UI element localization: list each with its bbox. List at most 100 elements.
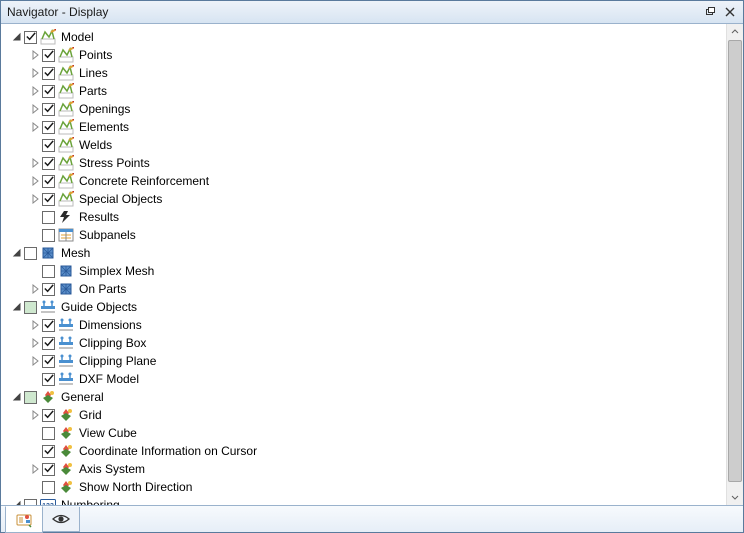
expand-icon[interactable] — [29, 103, 41, 115]
mesh-icon — [58, 281, 74, 297]
twisty-spacer — [29, 481, 41, 493]
expand-icon[interactable] — [29, 49, 41, 61]
expand-icon[interactable] — [29, 175, 41, 187]
bottom-tabs — [1, 505, 743, 532]
expand-icon[interactable] — [29, 283, 41, 295]
checkbox-reinf[interactable] — [42, 175, 55, 188]
checkbox-special[interactable] — [42, 193, 55, 206]
checkbox-welds[interactable] — [42, 139, 55, 152]
tree-row-results[interactable]: Results — [5, 208, 726, 226]
tree-row-parts[interactable]: Parts — [5, 82, 726, 100]
expand-icon[interactable] — [29, 355, 41, 367]
checkbox-simplex[interactable] — [42, 265, 55, 278]
expand-icon[interactable] — [29, 85, 41, 97]
checkbox-dims[interactable] — [42, 319, 55, 332]
general-icon — [58, 461, 74, 477]
tree-row-onparts[interactable]: On Parts — [5, 280, 726, 298]
tree-label: Axis System — [77, 462, 147, 476]
checkbox-openings[interactable] — [42, 103, 55, 116]
tree-row-cplane[interactable]: Clipping Plane — [5, 352, 726, 370]
tree-row-general[interactable]: General — [5, 388, 726, 406]
vertical-scrollbar[interactable] — [726, 24, 743, 505]
checkbox-cbox[interactable] — [42, 337, 55, 350]
checkbox-subpanels[interactable] — [42, 229, 55, 242]
tree-label: Numbering — [59, 498, 122, 505]
checkbox-general[interactable] — [24, 391, 37, 404]
collapse-icon[interactable] — [11, 31, 23, 43]
checkbox-model[interactable] — [24, 31, 37, 44]
tree-label: Concrete Reinforcement — [77, 174, 211, 188]
tree-row-subpanels[interactable]: Subpanels — [5, 226, 726, 244]
twisty-spacer — [29, 445, 41, 457]
checkbox-cplane[interactable] — [42, 355, 55, 368]
expand-icon[interactable] — [29, 157, 41, 169]
checkbox-lines[interactable] — [42, 67, 55, 80]
tree-row-reinf[interactable]: Concrete Reinforcement — [5, 172, 726, 190]
checkbox-axis[interactable] — [42, 463, 55, 476]
tree-row-north[interactable]: Show North Direction — [5, 478, 726, 496]
expand-icon[interactable] — [29, 319, 41, 331]
scroll-thumb[interactable] — [728, 40, 742, 482]
checkbox-guide[interactable] — [24, 301, 37, 314]
restore-button[interactable] — [701, 3, 719, 21]
tree-row-openings[interactable]: Openings — [5, 100, 726, 118]
tree-row-dims[interactable]: Dimensions — [5, 316, 726, 334]
tab-display[interactable] — [42, 507, 80, 532]
scroll-down-button[interactable] — [727, 489, 743, 505]
tree-container: Model Points Lines Parts — [1, 24, 743, 505]
checkbox-viewcube[interactable] — [42, 427, 55, 440]
tree-label: Coordinate Information on Cursor — [77, 444, 259, 458]
checkbox-stress[interactable] — [42, 157, 55, 170]
expand-icon[interactable] — [29, 463, 41, 475]
display-tree[interactable]: Model Points Lines Parts — [1, 24, 726, 505]
collapse-icon[interactable] — [11, 247, 23, 259]
collapse-icon[interactable] — [11, 391, 23, 403]
tree-row-lines[interactable]: Lines — [5, 64, 726, 82]
tab-data[interactable] — [5, 506, 43, 533]
tree-row-viewcube[interactable]: View Cube — [5, 424, 726, 442]
tree-row-mesh[interactable]: Mesh — [5, 244, 726, 262]
checkbox-results[interactable] — [42, 211, 55, 224]
scroll-up-button[interactable] — [727, 24, 743, 40]
close-button[interactable] — [721, 3, 739, 21]
model-icon — [40, 29, 56, 45]
twisty-spacer — [29, 265, 41, 277]
expand-icon[interactable] — [29, 409, 41, 421]
tree-row-elements[interactable]: Elements — [5, 118, 726, 136]
expand-icon[interactable] — [29, 67, 41, 79]
checkbox-mesh[interactable] — [24, 247, 37, 260]
tree-row-points[interactable]: Points — [5, 46, 726, 64]
guide-icon — [40, 299, 56, 315]
navigator-panel: Navigator - Display Model Points — [0, 0, 744, 533]
checkbox-parts[interactable] — [42, 85, 55, 98]
general-icon — [58, 407, 74, 423]
scroll-track[interactable] — [727, 40, 743, 489]
tree-row-model[interactable]: Model — [5, 28, 726, 46]
expand-icon[interactable] — [29, 193, 41, 205]
checkbox-points[interactable] — [42, 49, 55, 62]
checkbox-coord[interactable] — [42, 445, 55, 458]
tree-row-special[interactable]: Special Objects — [5, 190, 726, 208]
collapse-icon[interactable] — [11, 301, 23, 313]
tree-row-welds[interactable]: Welds — [5, 136, 726, 154]
checkbox-dxf[interactable] — [42, 373, 55, 386]
tree-row-grid[interactable]: Grid — [5, 406, 726, 424]
checkbox-north[interactable] — [42, 481, 55, 494]
model-icon — [58, 65, 74, 81]
checkbox-numbering[interactable] — [24, 499, 37, 506]
checkbox-onparts[interactable] — [42, 283, 55, 296]
expand-icon[interactable] — [29, 121, 41, 133]
model-icon — [58, 155, 74, 171]
tree-row-coord[interactable]: Coordinate Information on Cursor — [5, 442, 726, 460]
tree-row-dxf[interactable]: DXF Model — [5, 370, 726, 388]
checkbox-grid[interactable] — [42, 409, 55, 422]
tree-row-guide[interactable]: Guide Objects — [5, 298, 726, 316]
tree-row-axis[interactable]: Axis System — [5, 460, 726, 478]
expand-icon[interactable] — [29, 337, 41, 349]
tree-row-cbox[interactable]: Clipping Box — [5, 334, 726, 352]
tree-label: Grid — [77, 408, 104, 422]
tree-row-stress[interactable]: Stress Points — [5, 154, 726, 172]
checkbox-elements[interactable] — [42, 121, 55, 134]
tree-row-simplex[interactable]: Simplex Mesh — [5, 262, 726, 280]
tree-row-numbering[interactable]: Numbering — [5, 496, 726, 505]
